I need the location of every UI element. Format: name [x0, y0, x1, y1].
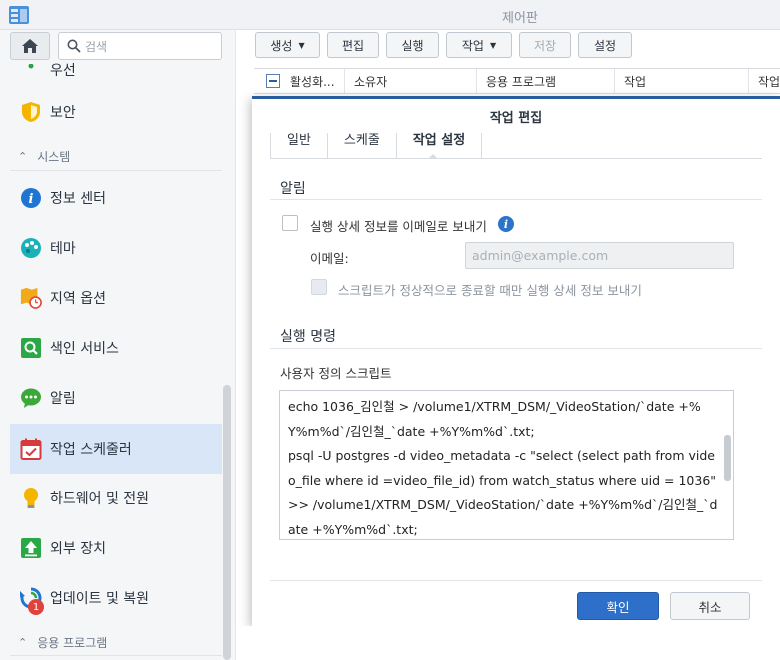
section-label: 시스템	[37, 150, 71, 164]
bulb-icon	[20, 487, 42, 509]
sidebar-item-notification[interactable]: 알림	[10, 373, 222, 423]
button-label: 편집	[341, 38, 365, 53]
map-clock-icon	[20, 287, 42, 309]
notification-badge: 1	[28, 599, 44, 615]
sidebar-item-hardware-power[interactable]: 하드웨어 및 전원	[10, 473, 222, 523]
dialog-tabs: 일반 스케줄 작업 설정	[270, 133, 483, 158]
caret-down-icon: ▼	[298, 40, 305, 50]
column-divider	[344, 69, 345, 93]
sidebar-item-update-restore[interactable]: 1 업데이트 및 복원	[10, 573, 222, 623]
sidebar-item-security[interactable]: 보안	[10, 87, 222, 137]
tab-task-settings[interactable]: 작업 설정	[397, 133, 483, 158]
info-icon[interactable]: i	[498, 216, 514, 232]
content-area-below	[236, 626, 780, 660]
email-field[interactable]	[465, 242, 734, 269]
sidebar-item-label: 하드웨어 및 전원	[50, 491, 150, 507]
palette-icon	[20, 237, 42, 259]
email-detail-checkbox[interactable]	[282, 215, 298, 231]
column-divider	[748, 69, 749, 93]
action-button[interactable]: 작업 ▼	[446, 32, 512, 58]
abnormal-only-label: 스크립트가 정상적으로 종료할 때만 실행 상세 정보 보내기	[338, 283, 642, 298]
tab-general[interactable]: 일반	[270, 133, 328, 158]
button-label: 실행	[401, 38, 424, 53]
sidebar-item-theme[interactable]: 테마	[10, 223, 222, 273]
sidebar-item-external-devices[interactable]: 외부 장치	[10, 523, 222, 573]
sidebar-item-label: 알림	[50, 391, 76, 407]
column-header-enabled[interactable]: 활성화...	[290, 73, 335, 90]
column-header-task[interactable]: 작업	[624, 73, 646, 90]
active-tab-pointer	[428, 154, 438, 159]
sidebar-item-task-scheduler[interactable]: 작업 스케줄러	[10, 424, 222, 474]
divider	[10, 655, 222, 656]
button-label: 작업	[461, 38, 484, 53]
sidebar-item-label: 작업 스케줄러	[50, 442, 132, 458]
notification-section-title: 알림	[280, 181, 306, 197]
save-button[interactable]: 저장	[519, 32, 571, 58]
settings-button[interactable]: 설정	[578, 32, 632, 58]
upload-device-icon	[20, 537, 42, 559]
sidebar-item-label: 보안	[50, 105, 76, 121]
sidebar-item-label: 테마	[50, 241, 76, 257]
email-label: 이메일:	[310, 251, 349, 266]
chat-bubble-icon	[20, 387, 42, 409]
window-title: 제어판	[502, 11, 538, 26]
chevron-up-icon: ⌃	[18, 150, 28, 163]
sidebar-item-label: 정보 센터	[50, 191, 106, 207]
calendar-check-icon	[20, 438, 42, 460]
info-icon: i	[20, 187, 42, 209]
edit-button[interactable]: 편집	[327, 32, 379, 58]
edit-task-dialog: 작업 편집 일반 스케줄 작업 설정 알림 실행 상세 정보를 이메일로 보내기…	[252, 96, 780, 626]
email-detail-label: 실행 상세 정보를 이메일로 보내기	[310, 219, 487, 234]
sidebar-item-label: 우선	[50, 63, 76, 78]
script-scrollbar[interactable]	[724, 435, 731, 481]
divider	[10, 170, 222, 171]
divider	[270, 348, 762, 349]
sidebar-section-system[interactable]: ⌃ 시스템	[18, 148, 70, 165]
sidebar-item-label: 업데이트 및 복원	[50, 591, 150, 607]
svg-text:i: i	[29, 192, 34, 207]
sidebar-section-apps[interactable]: ⌃ 응용 프로그램	[18, 634, 107, 651]
custom-script-label: 사용자 정의 스크립트	[280, 366, 392, 381]
sidebar-item-label: 외부 장치	[50, 541, 106, 557]
update-restore-icon: 1	[20, 587, 44, 615]
select-all-checkbox[interactable]	[266, 74, 280, 88]
run-command-section-title: 실행 명령	[280, 329, 336, 345]
custom-script-textarea[interactable]: echo 1036_김인철 > /volume1/XTRM_DSM/_Video…	[279, 390, 734, 540]
sidebar-item-regional-options[interactable]: 지역 옵션	[10, 273, 222, 323]
script-content: echo 1036_김인철 > /volume1/XTRM_DSM/_Video…	[288, 399, 718, 537]
chevron-up-icon: ⌃	[18, 636, 28, 649]
tab-underline	[270, 158, 762, 159]
button-label: 생성	[270, 38, 293, 53]
divider	[270, 580, 762, 581]
button-label: 설정	[593, 38, 617, 53]
sidebar-item-index-service[interactable]: 색인 서비스	[10, 323, 222, 373]
button-label: 저장	[533, 38, 557, 53]
tab-schedule[interactable]: 스케줄	[328, 133, 397, 158]
table-header: 활성화... 소유자 응용 프로그램 작업 작업	[254, 68, 780, 94]
shield-icon	[20, 101, 42, 123]
section-label: 응용 프로그램	[37, 636, 108, 650]
column-header-owner[interactable]: 소유자	[354, 73, 387, 90]
sidebar-scrollbar[interactable]	[223, 385, 231, 660]
dialog-title: 작업 편집	[489, 111, 543, 126]
column-divider	[614, 69, 615, 93]
column-divider	[476, 69, 477, 93]
sidebar-item-label: 지역 옵션	[50, 291, 106, 307]
wifi-icon	[20, 64, 42, 78]
index-search-icon	[20, 337, 42, 359]
column-header-application[interactable]: 응용 프로그램	[486, 73, 556, 90]
abnormal-only-checkbox[interactable]	[311, 279, 327, 295]
run-button[interactable]: 실행	[386, 32, 439, 58]
title-bar: 제어판	[0, 0, 780, 30]
cancel-button[interactable]: 취소	[670, 592, 750, 620]
sidebar-item-label: 색인 서비스	[50, 341, 119, 357]
column-header-task-2[interactable]: 작업	[758, 73, 780, 90]
divider	[270, 199, 762, 200]
sidebar-item-partial[interactable]: 우선	[10, 48, 222, 78]
sidebar-item-info-center[interactable]: i 정보 센터	[10, 173, 222, 223]
caret-down-icon: ▼	[489, 40, 497, 50]
control-panel-icon	[9, 6, 29, 24]
ok-button[interactable]: 확인	[577, 592, 659, 620]
create-button[interactable]: 생성 ▼	[255, 32, 320, 58]
